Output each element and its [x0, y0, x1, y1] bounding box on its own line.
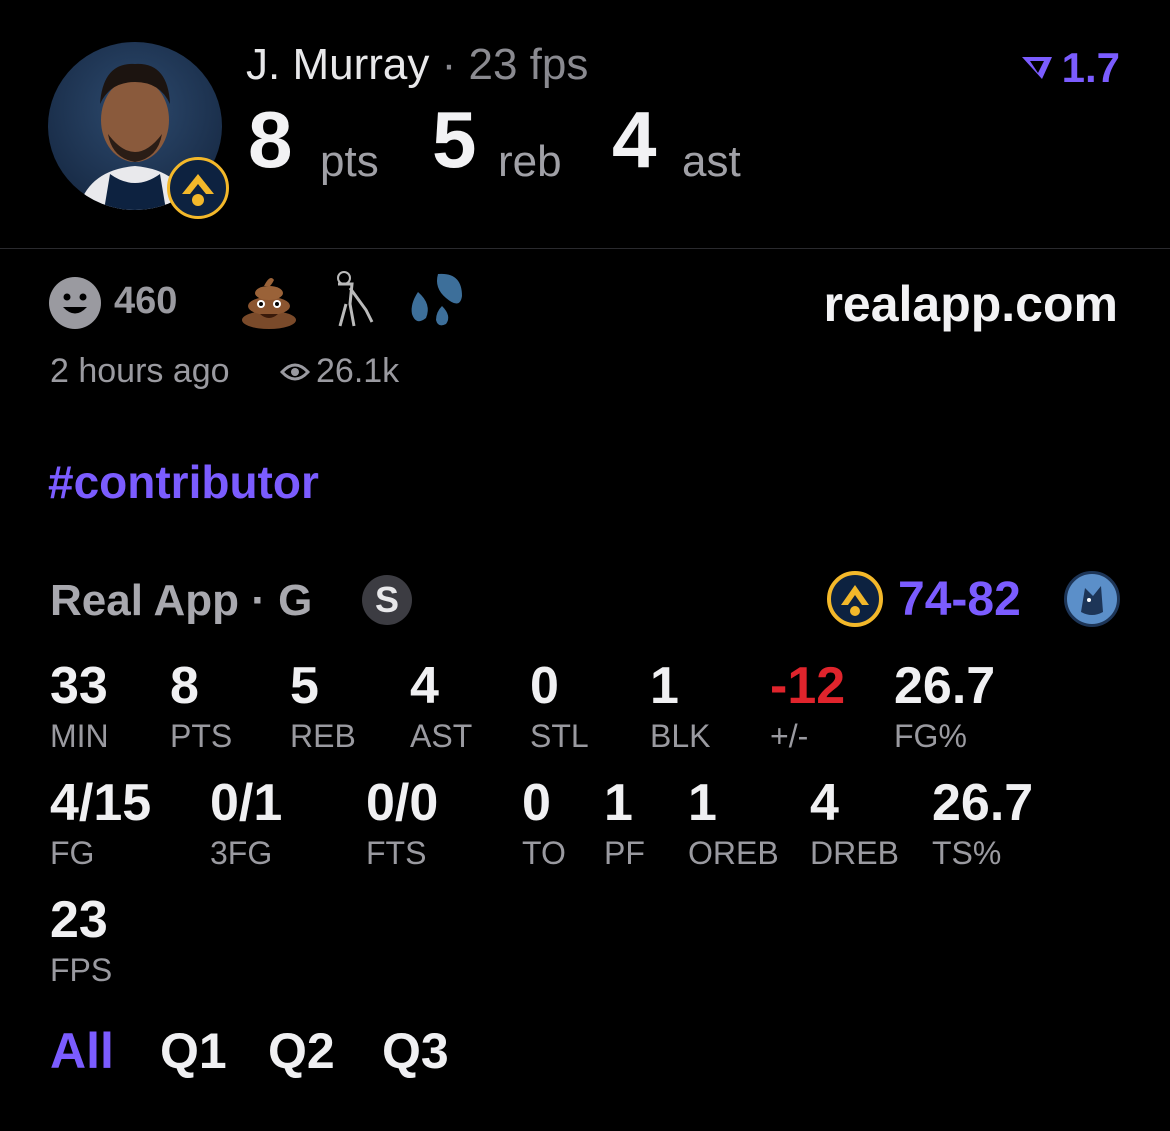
boost-multiplier[interactable]: 1.7 [1020, 44, 1120, 92]
stat-value-dreb: 4 [810, 774, 839, 832]
sweat-drops-icon[interactable] [408, 270, 464, 328]
stat-label-3fg: 3FG [210, 835, 273, 871]
poop-emoji-icon[interactable] [240, 274, 298, 330]
stat-label-blk: BLK [650, 718, 711, 754]
stat-label-to: TO [522, 835, 566, 871]
hashtag-link[interactable]: #contributor [48, 455, 319, 509]
post-time: 2 hours ago [50, 352, 230, 390]
site-link[interactable]: realapp.com [823, 275, 1118, 333]
divider [0, 248, 1170, 249]
points-value: 8 [248, 95, 293, 184]
stat-label-ast: AST [410, 718, 473, 754]
player-line[interactable]: J. Murray · 23 fps [246, 40, 588, 90]
stat-label-fg-pct: FG% [894, 718, 967, 754]
stat-label-pts: PTS [170, 718, 233, 754]
stat-value-fg: 4/15 [50, 774, 152, 832]
assists-value: 4 [612, 95, 657, 184]
stat-label-min: MIN [50, 718, 109, 754]
stat-value-blk: 1 [650, 657, 679, 715]
stat-value-plus-minus: -12 [770, 657, 846, 715]
boost-icon [1021, 57, 1052, 79]
timberwolves-logo-icon [1064, 571, 1120, 627]
stat-value-3fg: 0/1 [210, 774, 283, 832]
smiley-reaction-icon[interactable] [48, 276, 102, 330]
stat-value-to: 0 [522, 774, 551, 832]
stat-value-fts: 0/0 [366, 774, 439, 832]
stat-value-stl: 0 [530, 657, 559, 715]
rebounds-value: 5 [432, 95, 477, 184]
reaction-count: 460 [114, 280, 178, 322]
stat-label-fts: FTS [366, 835, 427, 871]
stat-value-reb: 5 [290, 657, 319, 715]
stat-label-ts-pct: TS% [932, 835, 1002, 871]
stat-label-dreb: DREB [810, 835, 899, 871]
golfer-icon[interactable] [326, 270, 378, 328]
stat-value-oreb: 1 [688, 774, 717, 832]
stat-value-ast: 4 [410, 657, 439, 715]
eye-icon [279, 360, 311, 384]
stat-value-fg-pct: 26.7 [894, 657, 996, 715]
player-fps: 23 fps [468, 40, 589, 89]
assists-unit: ast [682, 137, 741, 186]
tab-q2[interactable]: Q2 [268, 1022, 335, 1080]
stat-label-fg: FG [50, 835, 95, 871]
stat-value-pf: 1 [604, 774, 633, 832]
separator-dot: · [441, 40, 457, 89]
game-score[interactable]: 74-82 [898, 572, 1021, 627]
rebounds-unit: reb [498, 137, 562, 186]
view-count: 26.1k [316, 352, 400, 390]
stat-value-fps: 23 [50, 891, 108, 949]
tab-all[interactable]: All [50, 1022, 114, 1080]
nuggets-logo-icon [167, 157, 229, 219]
points-unit: pts [320, 137, 379, 186]
starter-badge: S [362, 575, 412, 625]
stat-label-fps: FPS [50, 952, 113, 988]
stat-value-ts-pct: 26.7 [932, 774, 1034, 832]
tab-q1[interactable]: Q1 [160, 1022, 227, 1080]
stat-label-plus-minus: +/- [770, 718, 809, 754]
tab-q3[interactable]: Q3 [382, 1022, 449, 1080]
game-title: Real App · G [50, 576, 313, 625]
stat-value-min: 33 [50, 657, 108, 715]
stat-label-pf: PF [604, 835, 645, 871]
nuggets-logo-icon [827, 571, 883, 627]
stat-label-reb: REB [290, 718, 356, 754]
player-name[interactable]: J. Murray [246, 40, 429, 89]
boost-value: 1.7 [1061, 44, 1120, 91]
stat-label-oreb: OREB [688, 835, 779, 871]
stat-label-stl: STL [530, 718, 589, 754]
stat-value-pts: 8 [170, 657, 199, 715]
